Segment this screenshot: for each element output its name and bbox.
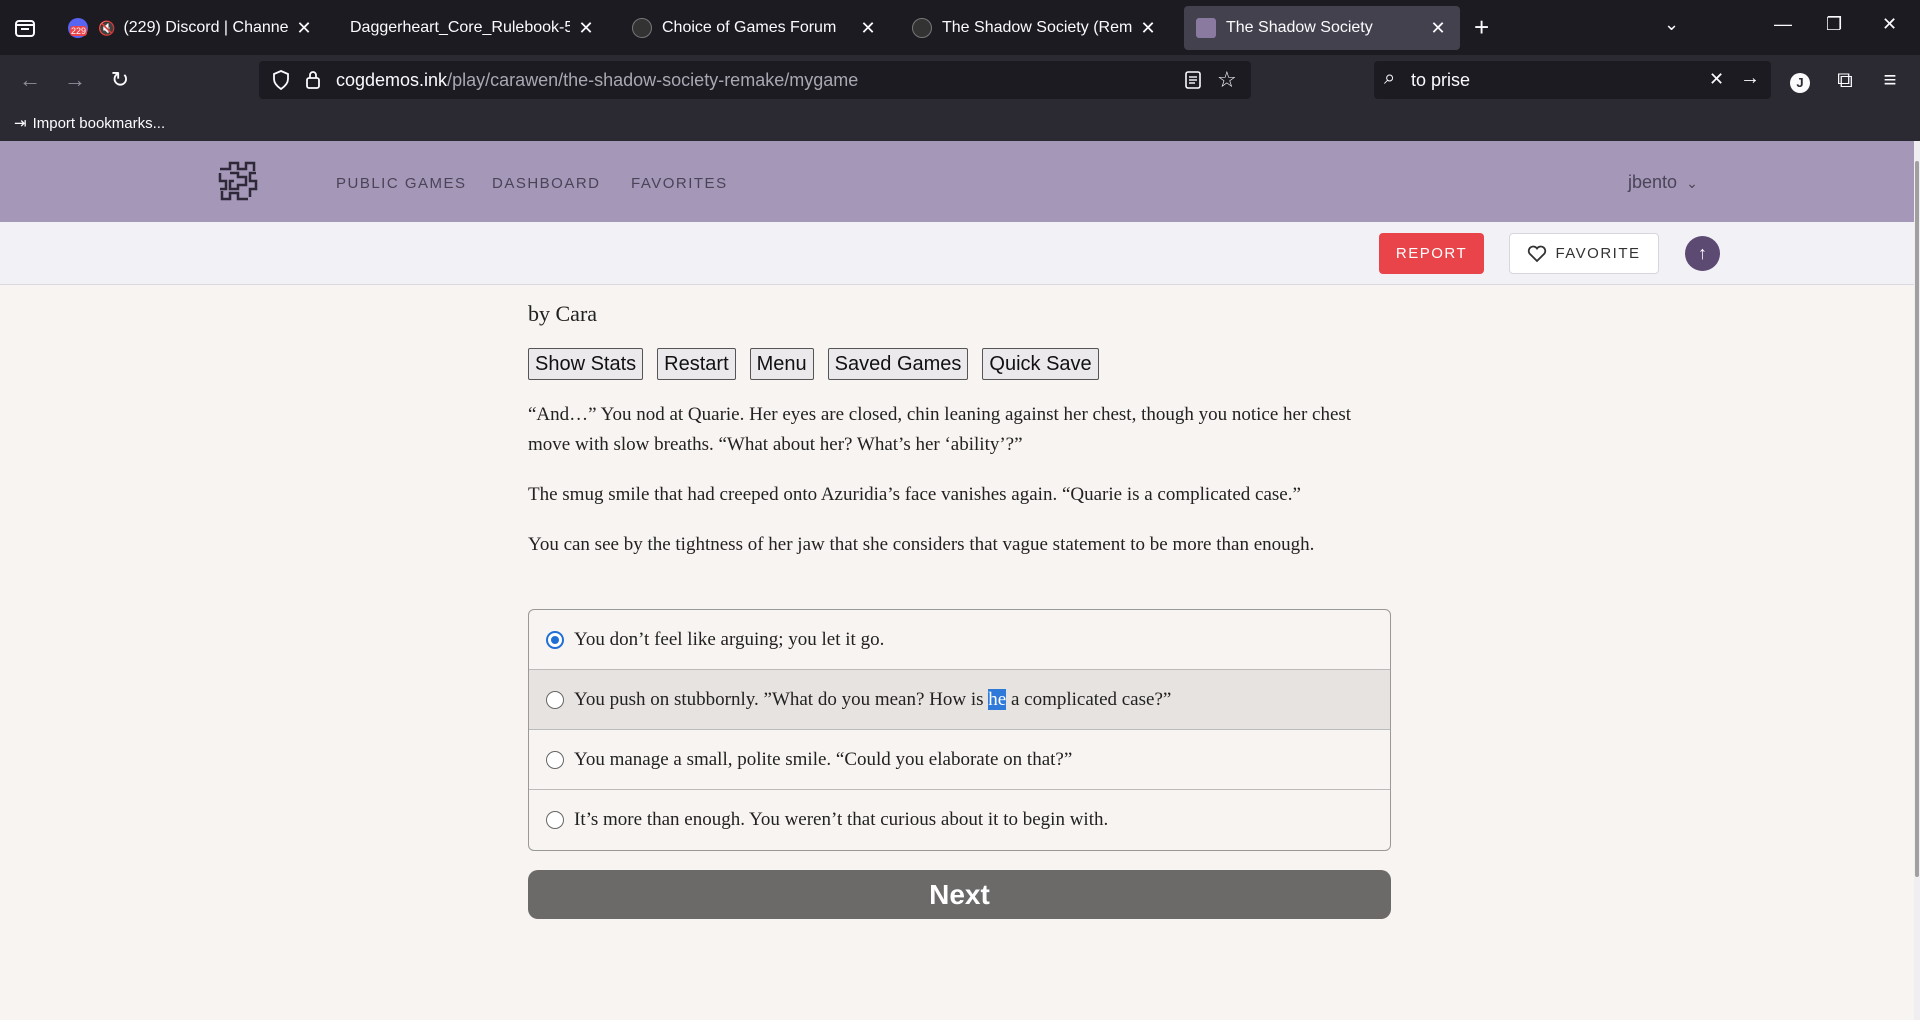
new-tab-icon[interactable]: + xyxy=(1474,12,1489,43)
bookmark-star-icon[interactable]: ☆ xyxy=(1217,67,1237,93)
user-menu[interactable]: jbento ⌄ xyxy=(1628,172,1698,193)
browser-tab-bar: 229 🔇 (229) Discord | Channels & All ✕ D… xyxy=(0,0,1920,55)
forum-icon xyxy=(912,18,932,38)
close-icon[interactable]: ✕ xyxy=(294,18,314,39)
tab-shadow-society[interactable]: The Shadow Society ✕ xyxy=(1184,6,1460,50)
quick-save-button[interactable]: Quick Save xyxy=(982,348,1099,380)
tab-list-icon[interactable] xyxy=(10,13,40,43)
tab-title: Daggerheart_Core_Rulebook-5-20-2025 xyxy=(350,19,570,36)
next-button[interactable]: Next xyxy=(528,870,1391,919)
choice-option[interactable]: You push on stubbornly. ”What do you mea… xyxy=(529,670,1390,730)
site-logo[interactable] xyxy=(216,159,260,203)
lock-icon[interactable] xyxy=(304,69,322,96)
search-icon: ⌕ xyxy=(1384,67,1396,89)
choice-label: It’s more than enough. You weren’t that … xyxy=(574,809,1109,830)
forum-icon xyxy=(632,18,652,38)
menu-icon[interactable]: ≡ xyxy=(1875,65,1905,95)
restart-button[interactable]: Restart xyxy=(657,348,736,380)
tab-title: Choice of Games Forum xyxy=(662,19,837,36)
tab-title: The Shadow Society (Remake) (WIP) xyxy=(942,19,1132,36)
search-go-icon[interactable]: → xyxy=(1740,67,1760,90)
chevron-down-icon: ⌄ xyxy=(1686,175,1698,191)
close-icon[interactable]: ✕ xyxy=(576,18,596,39)
close-icon[interactable]: ✕ xyxy=(1428,18,1448,39)
url-bar[interactable]: cogdemos.ink/play/carawen/the-shadow-soc… xyxy=(259,61,1251,99)
game-action-bar: REPORT FAVORITE ↑ xyxy=(0,222,1920,285)
saved-games-button[interactable]: Saved Games xyxy=(827,348,969,380)
reload-icon[interactable]: ↻ xyxy=(105,65,135,95)
account-icon[interactable]: J xyxy=(1785,65,1815,95)
choice-label: You push on stubbornly. ”What do you mea… xyxy=(574,688,1172,710)
close-icon[interactable]: ✕ xyxy=(1138,18,1158,39)
tab-shadow-society-remake[interactable]: The Shadow Society (Remake) (WIP) ✕ xyxy=(900,6,1170,50)
arrow-up-icon: ↑ xyxy=(1698,243,1707,263)
tab-title: The Shadow Society xyxy=(1226,19,1373,36)
tab-daggerheart[interactable]: Daggerheart_Core_Rulebook-5-20-2025 ✕ xyxy=(338,6,608,50)
bookmarks-bar: ⇥ Import bookmarks... xyxy=(0,105,1920,141)
report-button[interactable]: REPORT xyxy=(1379,233,1484,274)
chevron-down-icon[interactable]: ⌄ xyxy=(1664,14,1679,35)
choice-list: You don’t feel like arguing; you let it … xyxy=(528,609,1391,851)
browser-nav-bar: ← → ↻ cogdemos.ink/play/carawen/the-shad… xyxy=(0,55,1920,105)
radio-button[interactable] xyxy=(546,750,564,769)
shield-icon[interactable] xyxy=(271,69,291,96)
page-scrollbar[interactable] xyxy=(1914,141,1920,1020)
username: jbento xyxy=(1628,172,1678,192)
import-bookmarks-link[interactable]: ⇥ Import bookmarks... xyxy=(14,114,165,133)
cogdemos-icon xyxy=(1196,18,1216,38)
reader-view-icon[interactable] xyxy=(1183,69,1203,96)
radio-button[interactable] xyxy=(546,630,564,649)
choice-label: You manage a small, polite smile. “Could… xyxy=(574,748,1073,770)
forward-icon[interactable]: → xyxy=(60,65,90,95)
choice-option[interactable]: You manage a small, polite smile. “Could… xyxy=(529,730,1390,790)
tab-title: (229) Discord | Channels & All xyxy=(123,19,288,36)
tab-discord[interactable]: 229 🔇 (229) Discord | Channels & All ✕ xyxy=(56,6,326,50)
game-toolbar: Show Stats Restart Menu Saved Games Quic… xyxy=(528,348,1099,380)
restore-icon[interactable]: ❐ xyxy=(1826,14,1842,35)
menu-button[interactable]: Menu xyxy=(749,348,814,380)
extensions-icon[interactable]: ⧉ xyxy=(1830,65,1860,95)
scroll-up-button[interactable]: ↑ xyxy=(1685,236,1720,271)
nav-favorites[interactable]: FAVORITES xyxy=(631,175,728,192)
story-paragraph: The smug smile that had creeped onto Azu… xyxy=(528,484,1301,505)
discord-icon: 229 xyxy=(68,18,88,38)
tab-forum[interactable]: Choice of Games Forum ✕ xyxy=(620,6,890,50)
story-paragraph: You can see by the tightness of her jaw … xyxy=(528,534,1315,555)
radio-button[interactable] xyxy=(546,690,564,709)
close-icon[interactable]: ✕ xyxy=(858,18,878,39)
choice-label: You don’t feel like arguing; you let it … xyxy=(574,628,885,650)
back-icon[interactable]: ← xyxy=(15,65,45,95)
search-bar[interactable]: ⌕ to prise ✕ → xyxy=(1374,61,1771,99)
search-input[interactable]: to prise xyxy=(1411,70,1470,91)
choice-option[interactable]: You don’t feel like arguing; you let it … xyxy=(529,610,1390,670)
import-icon: ⇥ xyxy=(14,115,27,132)
choice-option[interactable]: It’s more than enough. You weren’t that … xyxy=(529,790,1390,850)
radio-button[interactable] xyxy=(546,811,564,829)
heart-icon xyxy=(1528,245,1547,262)
story-paragraph: “And…” You nod at Quarie. Her eyes are c… xyxy=(528,404,1352,455)
nav-public-games[interactable]: PUBLIC GAMES xyxy=(336,175,467,192)
show-stats-button[interactable]: Show Stats xyxy=(528,348,644,380)
url-text: cogdemos.ink/play/carawen/the-shadow-soc… xyxy=(336,70,859,90)
favorite-button[interactable]: FAVORITE xyxy=(1509,233,1659,274)
muted-speaker-icon[interactable]: 🔇 xyxy=(98,20,115,37)
scrollbar-thumb[interactable] xyxy=(1915,161,1919,877)
window-close-icon[interactable]: ✕ xyxy=(1882,14,1897,35)
minimize-icon[interactable]: — xyxy=(1774,14,1792,35)
author-byline: by Cara xyxy=(528,301,598,326)
nav-dashboard[interactable]: DASHBOARD xyxy=(492,175,601,192)
selected-text: he xyxy=(988,688,1007,710)
site-header: PUBLIC GAMES DASHBOARD FAVORITES jbento … xyxy=(0,141,1920,222)
clear-search-icon[interactable]: ✕ xyxy=(1709,69,1724,90)
